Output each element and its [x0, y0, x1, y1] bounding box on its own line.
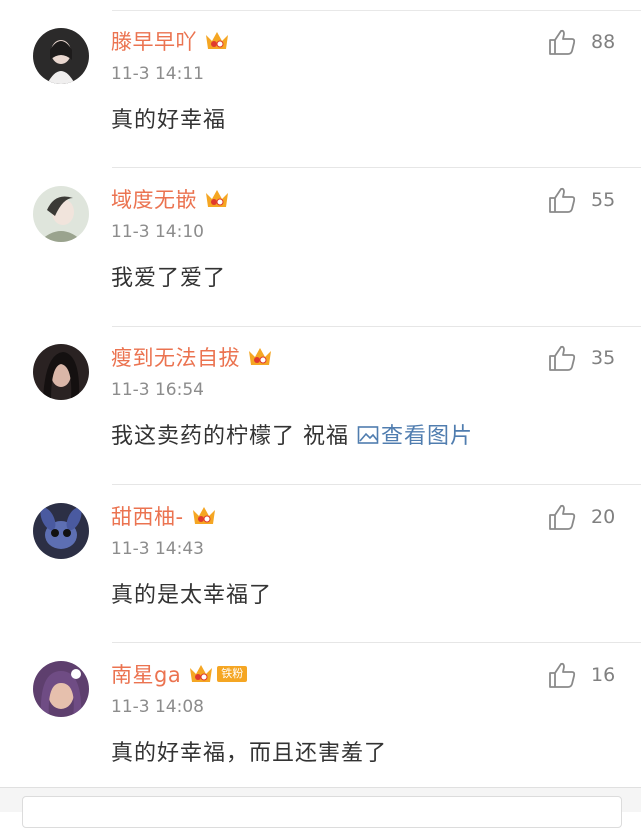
like-count: 35: [591, 347, 616, 369]
comment-text: 真的是太幸福了: [111, 583, 273, 608]
vip-crown-icon: [206, 190, 228, 207]
view-image-link[interactable]: 查看图片: [357, 424, 473, 449]
divider: [112, 10, 641, 11]
vip-crown-icon: [206, 32, 228, 49]
like-count: 88: [591, 31, 616, 53]
vip-crown-icon: [190, 665, 213, 682]
divider: [112, 326, 641, 327]
like-count: 20: [591, 506, 616, 528]
comment-time: 11-3 14:11: [111, 64, 204, 84]
comment-time: 11-3 16:54: [111, 380, 204, 400]
fan-badge: 铁粉: [217, 666, 248, 682]
view-image-label: 查看图片: [381, 424, 474, 449]
comment-item: 域度无嵌 11-3 14:10 我爱了爱了 55: [0, 170, 641, 310]
like-button[interactable]: 88: [547, 28, 615, 56]
comment-time: 11-3 14:43: [111, 539, 204, 559]
divider: [112, 167, 641, 168]
username[interactable]: 域度无嵌: [111, 184, 197, 214]
thumbs-up-icon: [549, 187, 576, 213]
comment-text: 我这卖药的柠檬了 祝福 查看图片: [111, 418, 473, 450]
comment-text: 真的好幸福，而且还害羞了: [111, 741, 388, 766]
thumbs-up-icon: [549, 29, 576, 55]
comment-item: 甜西柚- 11-3 14:43 真的是太幸福了 20: [0, 487, 641, 627]
like-count: 55: [591, 189, 616, 211]
comment-time: 11-3 14:08: [111, 697, 204, 717]
comment-text: 真的好幸福: [111, 108, 227, 133]
comment-input[interactable]: [22, 796, 622, 828]
vip-crown-icon: [249, 348, 271, 365]
username[interactable]: 滕早早吖: [111, 26, 197, 56]
comment-input-bar: [0, 787, 641, 828]
comment-item: 南星ga 铁粉 11-3 14:08 真的好幸福，而且还害羞了 16: [0, 645, 641, 785]
comment-time: 11-3 14:10: [111, 222, 204, 242]
comment-text-body: 我这卖药的柠檬了 祝福: [111, 424, 357, 449]
avatar[interactable]: [33, 186, 89, 242]
comment-text: 我爱了爱了: [111, 266, 227, 291]
thumbs-up-icon: [549, 345, 576, 371]
like-count: 16: [591, 664, 616, 686]
thumbs-up-icon: [549, 504, 576, 530]
avatar[interactable]: [33, 503, 89, 559]
like-button[interactable]: 35: [547, 344, 615, 372]
like-button[interactable]: 55: [547, 186, 615, 214]
thumbs-up-icon: [549, 662, 576, 688]
avatar[interactable]: [33, 344, 89, 400]
username[interactable]: 瘦到无法自拔: [111, 342, 240, 372]
comment-item: 瘦到无法自拔 11-3 16:54 我这卖药的柠檬了 祝福 查看图片 35: [0, 328, 641, 478]
like-button[interactable]: 16: [547, 661, 615, 689]
image-icon: [357, 426, 379, 444]
username[interactable]: 甜西柚-: [111, 501, 184, 531]
comment-item: 滕早早吖 11-3 14:11 真的好幸福 88: [0, 12, 641, 152]
divider: [112, 642, 641, 643]
divider: [112, 484, 641, 485]
vip-crown-icon: [192, 507, 215, 524]
like-button[interactable]: 20: [547, 503, 615, 531]
avatar[interactable]: [33, 661, 89, 717]
avatar[interactable]: [33, 28, 89, 84]
username[interactable]: 南星ga: [111, 659, 181, 689]
